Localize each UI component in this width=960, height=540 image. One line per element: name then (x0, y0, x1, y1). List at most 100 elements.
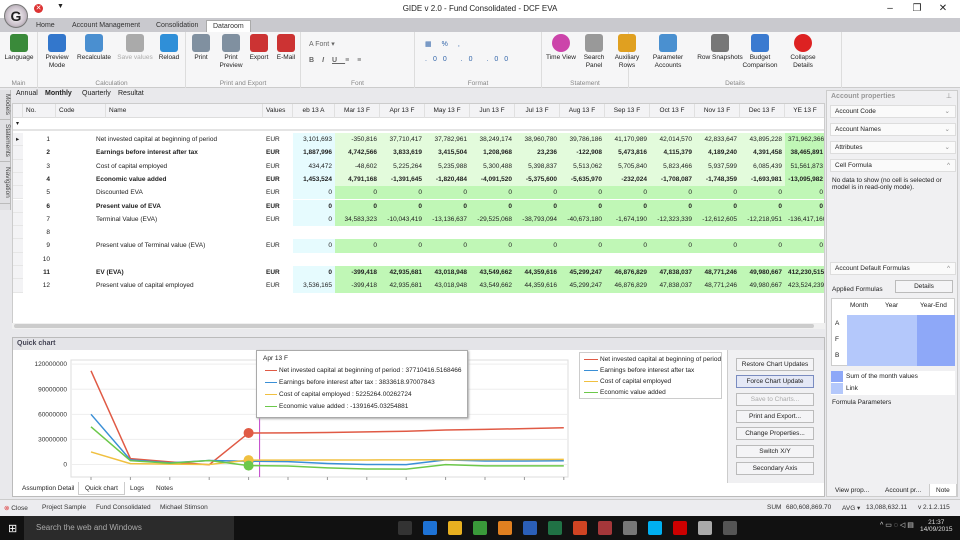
chart-button-switch-x-y[interactable]: Switch X/Y (736, 444, 814, 458)
ribbon-button-time-view[interactable]: Time View (545, 34, 577, 62)
row-indicator[interactable] (13, 279, 23, 293)
value-cell[interactable]: 46,876,829 (605, 266, 650, 280)
value-cell[interactable]: -12,323,339 (650, 212, 695, 227)
taskbar-powerpoint-icon[interactable] (573, 521, 587, 535)
value-cell[interactable]: 48,771,246 (695, 266, 740, 280)
table-row[interactable]: 3 Cost of capital employed EUR 434,472 -48,6… (13, 159, 824, 173)
value-cell[interactable]: 0 (740, 199, 785, 213)
value-cell[interactable]: 434,472 (293, 159, 335, 173)
tab-dataroom[interactable]: Dataroom (206, 20, 251, 32)
sum-cells[interactable] (917, 315, 955, 366)
value-cell[interactable]: 0 (605, 239, 650, 253)
value-cell[interactable]: 0 (515, 186, 560, 200)
value-cell[interactable]: -1,391,645 (380, 172, 425, 187)
taskbar-settings-icon[interactable] (698, 521, 712, 535)
table-row[interactable]: 6 Present value of EVA EUR 0 0 0 0 0 0 0 0 0 0 0 0 (13, 199, 824, 213)
ribbon-button-budget-comparison[interactable]: Budget Comparison (740, 34, 780, 70)
value-cell[interactable]: 371,962,366 (785, 133, 824, 147)
column-header[interactable]: Code (56, 104, 106, 118)
value-cell[interactable]: 0 (335, 199, 380, 213)
taskbar-gide-icon[interactable] (723, 521, 737, 535)
ribbon-button-auxiliary-rows[interactable]: Auxiliary Rows (612, 34, 642, 70)
legend-item[interactable]: Economic value added (584, 389, 666, 396)
legend-item[interactable]: Earnings before interest after tax (584, 367, 694, 374)
value-cell[interactable]: -4,091,520 (470, 172, 515, 187)
period-header[interactable]: Sep 13 F (605, 104, 650, 118)
legend-item[interactable]: Net invested capital at beginning of per… (584, 356, 721, 363)
value-cell[interactable]: -12,612,605 (695, 212, 740, 227)
value-cell[interactable]: 43,018,948 (425, 266, 470, 280)
value-cell[interactable]: 45,299,247 (560, 266, 605, 280)
period-header[interactable]: Apr 13 F (380, 104, 425, 118)
taskbar-paint-icon[interactable] (623, 521, 637, 535)
value-cell[interactable]: 423,524,239 (785, 279, 824, 293)
ribbon-button-export[interactable]: Export (247, 34, 271, 62)
value-cell[interactable]: 43,018,948 (425, 279, 470, 293)
side-tab-models[interactable]: Models (0, 90, 11, 120)
font-style-buttons[interactable]: BIU≡≡ (309, 57, 369, 64)
ribbon-button-parameter-accounts[interactable]: Parameter Accounts (646, 34, 690, 70)
section-account-names[interactable]: Account Names ⌄ (830, 123, 956, 136)
side-tab-navigation[interactable]: Navigation (0, 162, 11, 204)
value-cell[interactable]: 0 (380, 186, 425, 200)
row-indicator[interactable] (13, 226, 23, 240)
restore-button[interactable]: ❐ (907, 3, 927, 14)
period-header[interactable]: Dec 13 F (740, 104, 785, 118)
value-cell[interactable]: 37,782,961 (425, 133, 470, 147)
value-cell[interactable]: -38,793,094 (515, 212, 560, 227)
chart-button-save-to-charts[interactable]: Save to Charts... (736, 392, 814, 406)
value-cell[interactable]: 42,014,570 (650, 133, 695, 147)
value-cell[interactable]: 5,398,837 (515, 159, 560, 173)
column-header[interactable] (13, 104, 23, 118)
value-cell[interactable]: 41,170,989 (605, 133, 650, 147)
table-row[interactable]: 7 Terminal Value (EVA) EUR 0 34,583,323 -10,0… (13, 212, 824, 227)
taskbar-access-icon[interactable] (598, 521, 612, 535)
value-cell[interactable]: 0 (785, 186, 824, 200)
font-selector[interactable]: A Font ▾ (309, 40, 335, 48)
value-cell[interactable]: 39,786,186 (560, 133, 605, 147)
value-cell[interactable]: 0 (785, 199, 824, 213)
details-button[interactable]: Details (895, 280, 953, 293)
value-cell[interactable]: -48,602 (335, 159, 380, 173)
value-cell[interactable]: 0 (650, 186, 695, 200)
decimal-buttons[interactable]: .00 .0 .00 (425, 56, 514, 63)
value-cell[interactable]: 0 (293, 212, 335, 227)
windows-start-icon[interactable]: ⊞ (8, 522, 17, 535)
app-logo[interactable]: G (4, 4, 28, 28)
view-tab-annual[interactable]: Annual (16, 90, 38, 97)
value-cell[interactable]: 0 (293, 239, 335, 253)
ribbon-button-preview-mode[interactable]: Preview Mode (42, 34, 72, 70)
table-row[interactable]: 4 Economic value added EUR 1,453,524 4,791,1… (13, 172, 824, 187)
side-tab-statements[interactable]: Statements (0, 120, 11, 162)
table-row[interactable]: 2 Earnings before interest after tax EUR 1,… (13, 146, 824, 160)
value-cell[interactable]: 42,935,681 (380, 266, 425, 280)
value-cell[interactable]: 48,771,246 (695, 279, 740, 293)
value-cell[interactable]: 0 (560, 186, 605, 200)
ribbon-button-e-mail[interactable]: E-Mail (274, 34, 298, 62)
section-account-code[interactable]: Account Code ⌄ (830, 105, 956, 118)
period-header[interactable]: Jun 13 F (470, 104, 515, 118)
filter-icon[interactable]: ▾ (13, 118, 22, 131)
value-cell[interactable]: 0 (605, 186, 650, 200)
value-cell[interactable]: 0 (695, 186, 740, 200)
value-cell[interactable]: 38,465,891 (785, 146, 824, 160)
value-cell[interactable]: -13,095,982 (785, 172, 824, 187)
value-cell[interactable]: 4,189,240 (695, 146, 740, 160)
value-cell[interactable]: -232,024 (605, 172, 650, 187)
taskbar-word-icon[interactable] (523, 521, 537, 535)
row-indicator[interactable] (13, 266, 23, 280)
value-cell[interactable]: 3,833,619 (380, 146, 425, 160)
ribbon-button-print-preview[interactable]: Print Preview (218, 34, 244, 70)
system-tray-icons[interactable]: ^ ▭ ◌ ◁ ▤ (880, 521, 914, 529)
clock[interactable]: 21:37 14/09/2015 (920, 519, 953, 533)
value-cell[interactable]: 0 (695, 239, 740, 253)
value-cell[interactable]: 4,742,566 (335, 146, 380, 160)
value-cell[interactable]: 43,895,228 (740, 133, 785, 147)
value-cell[interactable]: 1,887,996 (293, 146, 335, 160)
row-indicator[interactable] (13, 239, 23, 253)
value-cell[interactable]: 5,823,466 (650, 159, 695, 173)
row-indicator[interactable]: ▸ (13, 133, 23, 147)
chart-button-change-properties[interactable]: Change Properties... (736, 427, 814, 441)
ribbon-button-language[interactable]: Language (2, 34, 36, 62)
value-cell[interactable]: 6,085,439 (740, 159, 785, 173)
